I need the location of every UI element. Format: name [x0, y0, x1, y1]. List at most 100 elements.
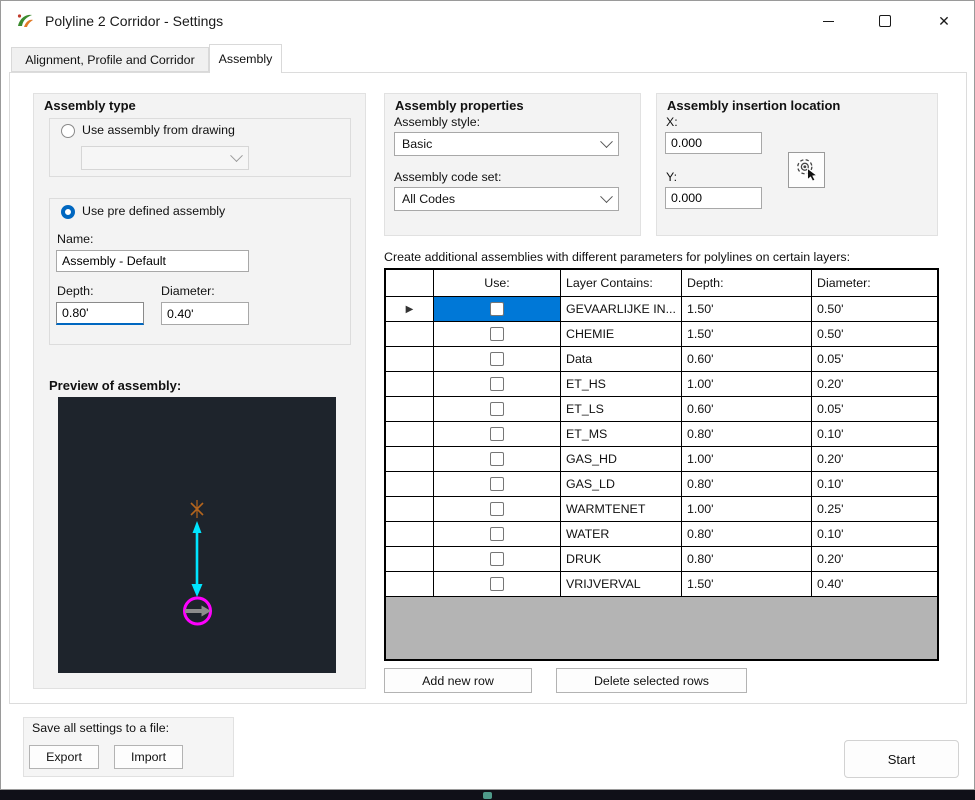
grid-cell-diameter[interactable]: 0.10'	[812, 522, 937, 546]
use-checkbox[interactable]	[490, 527, 504, 541]
use-checkbox[interactable]	[490, 427, 504, 441]
grid-cell-layer[interactable]: WARMTENET	[561, 497, 682, 521]
row-selector-cell[interactable]	[386, 497, 434, 521]
table-row[interactable]: WATER 0.80' 0.10'	[386, 522, 937, 547]
use-checkbox[interactable]	[490, 402, 504, 416]
grid-cell-layer[interactable]: GAS_LD	[561, 472, 682, 496]
grid-cell-depth[interactable]: 1.00'	[682, 372, 812, 396]
table-row[interactable]: WARMTENET 1.00' 0.25'	[386, 497, 937, 522]
grid-cell-use[interactable]	[434, 372, 561, 396]
grid-cell-depth[interactable]: 1.50'	[682, 572, 812, 596]
export-button[interactable]: Export	[29, 745, 99, 769]
grid-cell-use[interactable]	[434, 297, 561, 321]
assembly-style-combobox[interactable]: Basic	[394, 132, 619, 156]
grid-cell-depth[interactable]: 1.00'	[682, 497, 812, 521]
use-checkbox[interactable]	[490, 552, 504, 566]
use-checkbox[interactable]	[490, 502, 504, 516]
grid-cell-use[interactable]	[434, 422, 561, 446]
import-button[interactable]: Import	[114, 745, 183, 769]
minimize-button[interactable]	[805, 1, 851, 41]
row-selector-cell[interactable]	[386, 372, 434, 396]
start-button[interactable]: Start	[844, 740, 959, 778]
row-selector-cell[interactable]	[386, 447, 434, 471]
grid-cell-use[interactable]	[434, 347, 561, 371]
maximize-button[interactable]	[862, 1, 908, 41]
x-input[interactable]	[665, 132, 762, 154]
grid-cell-diameter[interactable]: 0.20'	[812, 447, 937, 471]
drawing-assembly-combobox[interactable]	[81, 146, 249, 170]
row-selector-cell[interactable]	[386, 422, 434, 446]
row-selector-cell[interactable]	[386, 397, 434, 421]
row-selector-cell[interactable]	[386, 347, 434, 371]
grid-cell-layer[interactable]: GAS_HD	[561, 447, 682, 471]
grid-cell-layer[interactable]: Data	[561, 347, 682, 371]
name-input[interactable]	[56, 250, 249, 272]
grid-cell-depth[interactable]: 0.80'	[682, 547, 812, 571]
grid-cell-diameter[interactable]: 0.10'	[812, 472, 937, 496]
use-checkbox[interactable]	[490, 352, 504, 366]
grid-cell-layer[interactable]: VRIJVERVAL	[561, 572, 682, 596]
row-selector-cell[interactable]	[386, 572, 434, 596]
grid-cell-use[interactable]	[434, 472, 561, 496]
add-new-row-button[interactable]: Add new row	[384, 668, 532, 693]
grid-cell-use[interactable]	[434, 547, 561, 571]
use-predefined-assembly-radio[interactable]	[61, 205, 75, 219]
grid-cell-layer[interactable]: WATER	[561, 522, 682, 546]
grid-cell-layer[interactable]: ET_HS	[561, 372, 682, 396]
row-selector-cell[interactable]	[386, 322, 434, 346]
table-row[interactable]: VRIJVERVAL 1.50' 0.40'	[386, 572, 937, 597]
use-checkbox[interactable]	[490, 577, 504, 591]
grid-cell-use[interactable]	[434, 572, 561, 596]
table-row[interactable]: GAS_LD 0.80' 0.10'	[386, 472, 937, 497]
table-row[interactable]: Data 0.60' 0.05'	[386, 347, 937, 372]
use-checkbox[interactable]	[490, 452, 504, 466]
grid-cell-depth[interactable]: 0.80'	[682, 472, 812, 496]
table-row[interactable]: GAS_HD 1.00' 0.20'	[386, 447, 937, 472]
table-row[interactable]: DRUK 0.80' 0.20'	[386, 547, 937, 572]
grid-cell-layer[interactable]: GEVAARLIJKE IN...	[561, 297, 682, 321]
use-checkbox[interactable]	[490, 302, 504, 316]
use-checkbox[interactable]	[490, 477, 504, 491]
grid-cell-use[interactable]	[434, 522, 561, 546]
pick-location-button[interactable]	[788, 152, 825, 188]
grid-cell-diameter[interactable]: 0.05'	[812, 347, 937, 371]
grid-cell-use[interactable]	[434, 397, 561, 421]
grid-cell-layer[interactable]: CHEMIE	[561, 322, 682, 346]
grid-cell-diameter[interactable]: 0.20'	[812, 547, 937, 571]
grid-cell-depth[interactable]: 1.50'	[682, 322, 812, 346]
row-selector-cell[interactable]	[386, 472, 434, 496]
taskbar-app-icon[interactable]	[483, 792, 492, 799]
assembly-code-set-combobox[interactable]: All Codes	[394, 187, 619, 211]
grid-cell-depth[interactable]: 0.80'	[682, 522, 812, 546]
tab-assembly[interactable]: Assembly	[209, 44, 282, 73]
diameter-input[interactable]	[161, 302, 249, 325]
table-row[interactable]: ET_MS 0.80' 0.10'	[386, 422, 937, 447]
grid-cell-layer[interactable]: DRUK	[561, 547, 682, 571]
table-row[interactable]: ET_HS 1.00' 0.20'	[386, 372, 937, 397]
table-row[interactable]: ET_LS 0.60' 0.05'	[386, 397, 937, 422]
row-selector-cell[interactable]	[386, 522, 434, 546]
depth-input[interactable]	[56, 302, 144, 325]
use-checkbox[interactable]	[490, 377, 504, 391]
grid-cell-depth[interactable]: 1.00'	[682, 447, 812, 471]
use-checkbox[interactable]	[490, 327, 504, 341]
table-row[interactable]: ▶ GEVAARLIJKE IN... 1.50' 0.50'	[386, 297, 937, 322]
grid-cell-diameter[interactable]: 0.20'	[812, 372, 937, 396]
grid-cell-use[interactable]	[434, 322, 561, 346]
grid-cell-diameter[interactable]: 0.50'	[812, 297, 937, 321]
grid-cell-depth[interactable]: 0.80'	[682, 422, 812, 446]
table-row[interactable]: CHEMIE 1.50' 0.50'	[386, 322, 937, 347]
delete-selected-rows-button[interactable]: Delete selected rows	[556, 668, 747, 693]
grid-cell-use[interactable]	[434, 447, 561, 471]
close-button[interactable]: ✕	[921, 1, 967, 41]
grid-cell-depth[interactable]: 0.60'	[682, 397, 812, 421]
layer-table[interactable]: Use: Layer Contains: Depth: Diameter: ▶ …	[384, 268, 939, 661]
y-input[interactable]	[665, 187, 762, 209]
grid-cell-diameter[interactable]: 0.50'	[812, 322, 937, 346]
grid-cell-diameter[interactable]: 0.40'	[812, 572, 937, 596]
grid-cell-diameter[interactable]: 0.10'	[812, 422, 937, 446]
grid-cell-diameter[interactable]: 0.25'	[812, 497, 937, 521]
grid-cell-depth[interactable]: 0.60'	[682, 347, 812, 371]
tab-alignment-profile-corridor[interactable]: Alignment, Profile and Corridor	[11, 47, 209, 72]
row-selector-cell[interactable]	[386, 547, 434, 571]
